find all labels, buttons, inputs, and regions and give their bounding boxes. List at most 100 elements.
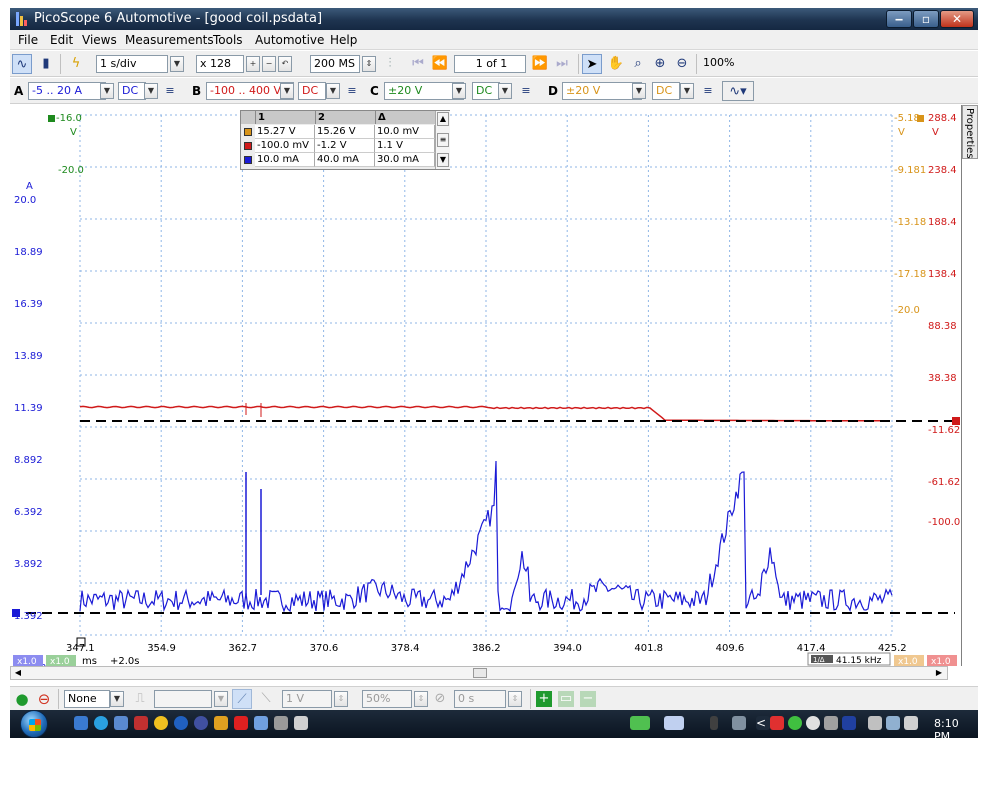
chevron-down-icon[interactable]: ▼ <box>326 83 340 99</box>
scroll-right-icon[interactable]: ▶ <box>933 667 945 679</box>
zoom-factor-field[interactable]: x 128 <box>196 55 244 73</box>
spectrum-mode-icon[interactable]: ▮ <box>36 54 56 74</box>
volume-icon[interactable] <box>904 716 918 730</box>
channel-b-options-icon[interactable]: ≡ <box>342 81 362 101</box>
add-ruler-icon[interactable]: + <box>536 691 552 707</box>
bluetooth-icon[interactable] <box>842 716 856 730</box>
start-icon[interactable]: ● <box>12 689 32 709</box>
trigger-channel-select[interactable] <box>154 690 212 708</box>
channel-c-coupling[interactable]: DC <box>472 82 500 100</box>
edit-ruler-icon[interactable]: ▭ <box>558 691 574 707</box>
menu-edit[interactable]: Edit <box>50 33 73 47</box>
ruler-measurement-panel[interactable]: 1 2 Δ 15.27 V 15.26 V 10.0 mV -100.0 mV … <box>240 110 450 170</box>
hand-tool-icon[interactable]: ✋ <box>606 54 626 74</box>
computer-icon[interactable] <box>114 716 128 730</box>
channel-b-coupling[interactable]: DC <box>298 82 326 100</box>
pen-icon[interactable] <box>294 716 308 730</box>
channel-a-options-icon[interactable]: ≡ <box>160 81 180 101</box>
falling-edge-icon[interactable]: ⟍ <box>256 689 276 709</box>
horizontal-scrollbar[interactable]: ◀ ▶ <box>10 666 948 680</box>
menu-views[interactable]: Views <box>82 33 117 47</box>
resolution-icon[interactable]: ⫶ <box>380 54 400 74</box>
scope-view[interactable]: -16.0 V -20.0 A 20.0 18.89 16.39 13.89 11.39… <box>10 105 962 680</box>
chevron-down-icon[interactable]: ▼ <box>214 691 228 707</box>
scope-mode-icon[interactable]: ∿ <box>12 54 32 74</box>
properties-tab[interactable]: Properties <box>962 105 978 159</box>
status-icon[interactable] <box>806 716 820 730</box>
delete-ruler-icon[interactable]: − <box>580 691 596 707</box>
zoom-percent[interactable]: 100% <box>700 55 738 73</box>
menu-help[interactable]: Help <box>330 33 357 47</box>
menu-measurements[interactable]: Measurements <box>125 33 214 47</box>
menu-file[interactable]: File <box>18 33 38 47</box>
mail-icon[interactable] <box>254 716 268 730</box>
stop-icon[interactable]: ⊖ <box>34 689 54 709</box>
scroll-thumb[interactable] <box>473 668 487 678</box>
chevron-down-icon[interactable]: ▼ <box>144 83 158 99</box>
battery-icon[interactable] <box>868 716 882 730</box>
measurement-scrollbar[interactable]: ▲ ≡ ▼ <box>435 111 450 169</box>
zoom-in-icon[interactable]: ⊕ <box>650 54 670 74</box>
chevron-down-icon[interactable]: ▼ <box>280 83 294 99</box>
trigger-threshold-field[interactable]: 1 V <box>282 690 332 708</box>
delay-icon[interactable]: ⊘ <box>430 689 450 709</box>
paint-task-icon[interactable] <box>664 716 684 730</box>
network-tray-icon[interactable] <box>886 716 900 730</box>
spinner-icon[interactable]: ⇕ <box>334 691 348 707</box>
zoom-in-plus-icon[interactable]: + <box>246 56 260 72</box>
scroll-up-icon[interactable]: ▲ <box>437 112 449 126</box>
messenger-icon[interactable] <box>154 716 168 730</box>
minimize-button[interactable]: ‒ <box>886 10 912 28</box>
scroll-updown-icon[interactable] <box>710 716 718 730</box>
channel-d-range[interactable]: ±20 V <box>562 82 642 100</box>
first-buffer-icon[interactable]: ⏮ <box>408 54 428 74</box>
maximize-button[interactable]: ▫ <box>913 10 939 28</box>
chevron-down-icon[interactable]: ▼ <box>170 56 184 72</box>
channel-b-offset-marker[interactable] <box>952 417 960 425</box>
channel-c-options-icon[interactable]: ≡ <box>516 81 536 101</box>
explorer-icon[interactable] <box>214 716 228 730</box>
scroll-down-icon[interactable]: ▼ <box>437 153 449 167</box>
antivirus-icon[interactable] <box>770 716 784 730</box>
next-buffer-icon[interactable]: ⏩ <box>530 54 550 74</box>
show-hidden-icon[interactable]: < <box>756 716 770 730</box>
chevron-down-icon[interactable]: ▼ <box>498 83 512 99</box>
chrome-icon[interactable] <box>174 716 188 730</box>
zoom-out-icon[interactable]: ⊖ <box>672 54 692 74</box>
chevron-down-icon[interactable]: ▼ <box>680 83 694 99</box>
samples-field[interactable]: 200 MS <box>310 55 360 73</box>
pre-trigger-field[interactable]: 50% <box>362 690 412 708</box>
scroll-left-icon[interactable]: ◀ <box>12 667 24 679</box>
media-icon[interactable] <box>134 716 148 730</box>
math-channels-icon[interactable]: ∿▾ <box>722 81 754 101</box>
zoom-out-minus-icon[interactable]: − <box>262 56 276 72</box>
scroll-grip-icon[interactable]: ≡ <box>437 133 449 147</box>
channel-d-coupling[interactable]: DC <box>652 82 680 100</box>
zoom-window-icon[interactable]: ⌕ <box>628 54 648 74</box>
prev-buffer-icon[interactable]: ⏪ <box>430 54 450 74</box>
timebase-select[interactable]: 1 s/div <box>96 55 168 73</box>
last-buffer-icon[interactable]: ⏭ <box>552 54 572 74</box>
close-button[interactable]: ✕ <box>940 10 974 28</box>
chevron-down-icon[interactable]: ▼ <box>110 691 124 707</box>
desktop-icon[interactable] <box>74 716 88 730</box>
lightning-icon[interactable]: ϟ <box>66 54 86 74</box>
picoscope-task-icon[interactable] <box>630 716 650 730</box>
rising-edge-icon[interactable]: ⟋ <box>232 689 252 709</box>
drive-icon[interactable] <box>824 716 838 730</box>
trigger-delay-field[interactable]: 0 s <box>454 690 506 708</box>
menu-automotive[interactable]: Automotive <box>255 33 324 47</box>
network-icon[interactable] <box>274 716 288 730</box>
menu-tools[interactable]: Tools <box>213 33 243 47</box>
buffer-counter[interactable]: 1 of 1 <box>454 55 526 73</box>
start-button[interactable] <box>20 710 48 738</box>
star-icon[interactable] <box>234 716 248 730</box>
spinner-icon[interactable]: ⇕ <box>508 691 522 707</box>
channel-d-options-icon[interactable]: ≡ <box>698 81 718 101</box>
channel-a-range[interactable]: -5 .. 20 A <box>28 82 106 100</box>
trigger-mode-select[interactable]: None <box>64 690 110 708</box>
advanced-trigger-icon[interactable]: ⎍ <box>130 689 150 709</box>
scope-plot[interactable]: -16.0 V -20.0 A 20.018.8916.3913.8911.39… <box>10 105 962 666</box>
chevron-down-icon[interactable]: ▼ <box>100 83 114 99</box>
chevron-down-icon[interactable]: ▼ <box>452 83 466 99</box>
